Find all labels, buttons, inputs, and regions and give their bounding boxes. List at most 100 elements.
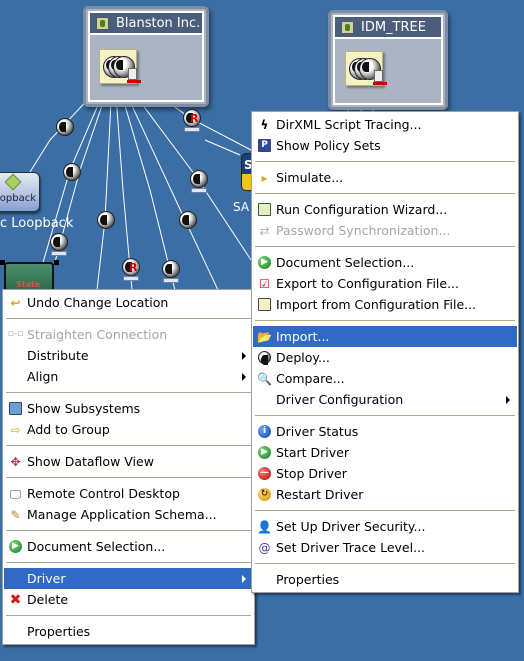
menu-item-label: Undo Change Location bbox=[27, 295, 169, 310]
menu-separator bbox=[255, 415, 515, 416]
menu-item-stop-driver[interactable]: — Stop Driver bbox=[253, 463, 517, 484]
driver-tag-icon bbox=[51, 251, 67, 256]
menu-item-delete[interactable]: ✖ Delete bbox=[4, 589, 253, 610]
menu-item-label: Align bbox=[27, 369, 59, 384]
menu-item-set-driver-trace-level[interactable]: @ Set Driver Trace Level... bbox=[253, 537, 517, 558]
menu-item-restart-driver[interactable]: ↻ Restart Driver bbox=[253, 484, 517, 505]
menu-item-driver-configuration[interactable]: Driver Configuration bbox=[253, 389, 517, 410]
menu-item-driver[interactable]: Driver bbox=[4, 568, 253, 589]
menu-separator bbox=[6, 477, 251, 478]
menu-separator bbox=[255, 161, 515, 162]
add-to-group-icon: ⇨ bbox=[10, 422, 21, 437]
menu-item-show-subsystems[interactable]: Show Subsystems bbox=[4, 398, 253, 419]
menu-item-label: Export to Configuration File... bbox=[276, 276, 459, 291]
menu-item-remote-control-desktop[interactable]: 🖵 Remote Control Desktop bbox=[4, 483, 253, 504]
script-tracing-icon: ϟ bbox=[260, 117, 269, 132]
menu-separator bbox=[6, 392, 251, 393]
menu-item-import-from-configuration-file[interactable]: Import from Configuration File... bbox=[253, 294, 517, 315]
yin-yang-icon bbox=[162, 260, 180, 278]
menu-item-deploy[interactable]: Deploy... bbox=[253, 347, 517, 368]
menu-item-start-driver[interactable]: ▶ Start Driver bbox=[253, 442, 517, 463]
submenu-arrow-icon bbox=[242, 575, 246, 583]
menu-item-label: Import from Configuration File... bbox=[276, 297, 477, 312]
menu-item-label: Restart Driver bbox=[276, 487, 364, 502]
menu-item-dirxml-script-tracing[interactable]: ϟ DirXML Script Tracing... bbox=[253, 114, 517, 135]
menu-item-document-selection[interactable]: ▶ Document Selection... bbox=[253, 252, 517, 273]
menu-separator bbox=[6, 530, 251, 531]
context-menu: ↩ Undo Change Location ▫-▫ Straighten Co… bbox=[2, 289, 255, 645]
menu-separator bbox=[255, 320, 515, 321]
loopback-icon-text: oopback bbox=[0, 193, 36, 204]
deploy-icon bbox=[257, 350, 272, 365]
tree-container-blanston[interactable]: Blanston Inc. bbox=[83, 6, 209, 107]
compare-icon: 🔍 bbox=[257, 371, 272, 386]
remote-badge-icon: R bbox=[129, 261, 138, 274]
tree-icon bbox=[341, 21, 354, 34]
restart-icon: ↻ bbox=[257, 487, 272, 502]
menu-item-label: Straighten Connection bbox=[27, 327, 168, 342]
menu-item-undo-change-location[interactable]: ↩ Undo Change Location bbox=[4, 292, 253, 313]
menu-item-driver-status[interactable]: i Driver Status bbox=[253, 421, 517, 442]
menu-item-show-dataflow-view[interactable]: ✥ Show Dataflow View bbox=[4, 451, 253, 472]
menu-item-align[interactable]: Align bbox=[4, 366, 253, 387]
menu-item-document-selection[interactable]: ▶ Document Selection... bbox=[4, 536, 253, 557]
menu-separator bbox=[6, 445, 251, 446]
menu-separator bbox=[255, 510, 515, 511]
yin-yang-icon bbox=[50, 233, 68, 251]
yin-yang-icon bbox=[97, 211, 115, 229]
menu-item-run-configuration-wizard[interactable]: Run Configuration Wizard... bbox=[253, 199, 517, 220]
menu-item-label: Properties bbox=[276, 572, 340, 587]
driver-set-doc-icon bbox=[127, 68, 141, 83]
menu-item-simulate[interactable]: ▸ Simulate... bbox=[253, 167, 517, 188]
document-selection-icon: ▶ bbox=[8, 539, 23, 554]
driver-tag-icon bbox=[191, 188, 207, 193]
menu-separator bbox=[255, 193, 515, 194]
menu-item-properties[interactable]: Properties bbox=[253, 569, 517, 590]
submenu-arrow-icon bbox=[506, 396, 510, 404]
menu-separator bbox=[255, 563, 515, 564]
menu-item-label: Remote Control Desktop bbox=[27, 486, 180, 501]
menu-item-label: Show Policy Sets bbox=[276, 138, 381, 153]
menu-item-set-up-driver-security[interactable]: 👤 Set Up Driver Security... bbox=[253, 516, 517, 537]
export-config-icon: ☑ bbox=[259, 276, 270, 291]
menu-item-manage-application-schema[interactable]: ✎ Manage Application Schema... bbox=[4, 504, 253, 525]
menu-item-password-synchronization: ⇄ Password Synchronization... bbox=[253, 220, 517, 241]
subsystems-icon bbox=[8, 401, 23, 416]
tree-container-idm-tree[interactable]: IDM_TREE bbox=[328, 10, 448, 110]
menu-item-add-to-group[interactable]: ⇨ Add to Group bbox=[4, 419, 253, 440]
loopback-application-icon[interactable]: oopback bbox=[0, 172, 40, 212]
driver-set-doc-icon bbox=[373, 70, 387, 85]
tree-title: Blanston Inc. bbox=[116, 16, 201, 31]
folder-open-icon: 📂 bbox=[257, 329, 272, 344]
tree-title-bar: IDM_TREE bbox=[335, 17, 441, 39]
driver-tag-icon bbox=[163, 278, 179, 283]
schema-icon: ✎ bbox=[10, 507, 21, 522]
document-selection-icon: ▶ bbox=[257, 255, 272, 270]
menu-item-label: Add to Group bbox=[27, 422, 110, 437]
policy-sets-icon: P bbox=[257, 138, 272, 153]
yin-yang-icon bbox=[56, 118, 74, 136]
connection-line bbox=[184, 219, 219, 291]
menu-item-label: Delete bbox=[27, 592, 69, 607]
identity-vault-icon[interactable] bbox=[345, 51, 387, 86]
menu-item-export-to-configuration-file[interactable]: ☑ Export to Configuration File... bbox=[253, 273, 517, 294]
straighten-connection-icon: ▫-▫ bbox=[7, 329, 24, 339]
selection-handle[interactable] bbox=[0, 260, 5, 265]
tree-title: IDM_TREE bbox=[361, 20, 426, 35]
menu-item-compare[interactable]: 🔍 Compare... bbox=[253, 368, 517, 389]
menu-item-label: Show Subsystems bbox=[27, 401, 141, 416]
menu-item-show-policy-sets[interactable]: P Show Policy Sets bbox=[253, 135, 517, 156]
state-application-icon[interactable]: State bbox=[4, 262, 54, 292]
identity-vault-icon[interactable] bbox=[99, 49, 141, 84]
menu-item-straighten-connection: ▫-▫ Straighten Connection bbox=[4, 324, 253, 345]
menu-item-label: Driver Status bbox=[276, 424, 359, 439]
menu-item-label: Import... bbox=[276, 329, 330, 344]
menu-item-properties[interactable]: Properties bbox=[4, 621, 253, 642]
menu-item-distribute[interactable]: Distribute bbox=[4, 345, 253, 366]
menu-item-label: Compare... bbox=[276, 371, 345, 386]
menu-item-import[interactable]: 📂 Import... bbox=[253, 326, 517, 347]
menu-item-label: Start Driver bbox=[276, 445, 349, 460]
selection-handle[interactable] bbox=[54, 260, 59, 265]
yin-yang-icon bbox=[63, 163, 81, 181]
password-sync-icon: ⇄ bbox=[259, 223, 270, 238]
